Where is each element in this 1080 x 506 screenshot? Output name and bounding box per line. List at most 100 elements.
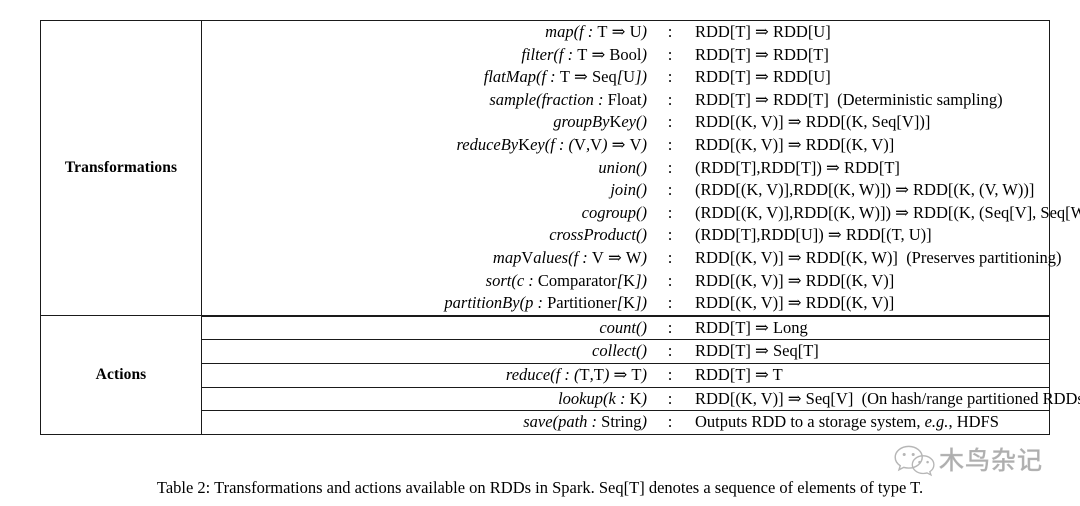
operation-type-text: (RDD[T],RDD[T]) ⇒ RDD[T] <box>695 157 900 177</box>
operation-row: partitionBy(p : Partitioner[K]): RDD[(K, … <box>202 292 1049 315</box>
operation-type-text: RDD[T] ⇒ RDD[U] <box>695 67 831 87</box>
operation-type-text: RDD[T] ⇒ Seq[T] <box>695 341 819 361</box>
section-operations-cell: map(f : T ⇒ U): RDD[T] ⇒ RDD[U] filter(f :… <box>202 21 1080 315</box>
operation-signature: sample(fraction : Float) <box>489 89 647 109</box>
operation-type-text: (RDD[(K, V)],RDD[(K, W)]) ⇒ RDD[(K, (V, … <box>695 180 1035 200</box>
watermark-text: 木鸟杂记 <box>939 446 1044 476</box>
operation-type-text: RDD[(K, V)] ⇒ RDD[(K, V)] <box>695 134 895 154</box>
operation-type-text: RDD[T] ⇒ RDD[U] <box>695 22 831 41</box>
operation-signature: mapValues(f : V ⇒ W) <box>492 247 647 267</box>
operation-type: RDD[(K, V)] ⇒ RDD[(K, V)] <box>693 134 1049 157</box>
operation-colon: : <box>667 134 673 154</box>
operation-row: sort(c : Comparator[K]): RDD[(K, V)] ⇒ RD… <box>202 270 1049 293</box>
operation-row: flatMap(f : T ⇒ Seq[U]): RDD[T] ⇒ RDD[U] <box>202 66 1049 89</box>
operation-type: RDD[T] ⇒ Long <box>693 315 1049 340</box>
operation-type: RDD[T] ⇒ RDD[T] (Deterministic sampling) <box>693 89 1049 112</box>
operation-row: mapValues(f : V ⇒ W): RDD[(K, V)] ⇒ RDD[(… <box>202 247 1062 270</box>
operation-colon: : <box>647 339 693 364</box>
operation-signature: union() <box>598 157 647 177</box>
operation-row: groupByKey(): RDD[(K, V)] ⇒ RDD[(K, Seq[V… <box>202 111 1049 134</box>
operation-signature: partitionBy(p : Partitioner[K]) <box>444 293 647 313</box>
operation-list: count(): RDD[T] ⇒ Long collect(): RDD[T] ⇒ … <box>202 315 1080 434</box>
operation-type-text: RDD[T] ⇒ Long <box>695 317 808 337</box>
operation-list: map(f : T ⇒ U): RDD[T] ⇒ RDD[U] filter(f :… <box>202 21 1080 315</box>
rdd-api-table-grid: Transformations map(f : T ⇒ U): RDD[T] ⇒ R… <box>41 21 1080 434</box>
operation-row: union(): (RDD[T],RDD[T]) ⇒ RDD[T] <box>202 157 1049 180</box>
operation-colon: : <box>667 225 673 245</box>
rdd-api-table-body: Transformations map(f : T ⇒ U): RDD[T] ⇒ R… <box>41 21 1080 434</box>
operation-row: cogroup(): (RDD[(K, V)],RDD[(K, W)]) ⇒ RD… <box>202 202 1080 225</box>
operation-note: (On hash/range partitioned RDDs) <box>861 388 1080 408</box>
operation-type: (RDD[T],RDD[U]) ⇒ RDD[(T, U)] <box>693 224 1049 247</box>
operation-colon: : <box>667 22 673 41</box>
section-label-0: Transformations <box>41 21 202 316</box>
operation-signature: flatMap(f : T ⇒ Seq[U]) <box>483 67 647 87</box>
operation-type: RDD[T] ⇒ T <box>693 362 1049 387</box>
operation-type: (RDD[(K, V)],RDD[(K, W)]) ⇒ RDD[(K, (Seq… <box>693 202 1080 225</box>
operation-row: sample(fraction : Float): RDD[T] ⇒ RDD[T]… <box>202 89 1049 112</box>
operation-colon: : <box>667 112 673 132</box>
operation-row: count(): RDD[T] ⇒ Long <box>202 315 1049 340</box>
operation-type: (RDD[T],RDD[T]) ⇒ RDD[T] <box>693 157 1049 180</box>
table-section-row: Actions count(): RDD[T] ⇒ Long collect(): RD… <box>41 314 1080 434</box>
watermark: 木鸟杂记 <box>893 437 1073 481</box>
operation-signature: sort(c : Comparator[K]) <box>485 270 647 290</box>
section-operations-cell: count(): RDD[T] ⇒ Long collect(): RDD[T] ⇒ … <box>201 314 1080 434</box>
operation-type: RDD[T] ⇒ Seq[T] <box>693 339 1049 364</box>
operation-signature: groupByKey() <box>553 112 647 132</box>
operation-type: Outputs RDD to a storage system, e.g., H… <box>693 410 1049 434</box>
operation-signature: cogroup() <box>581 202 647 222</box>
operation-row: collect(): RDD[T] ⇒ Seq[T] <box>202 339 1049 364</box>
operation-type-text: RDD[(K, V)] ⇒ RDD[(K, V)] <box>695 293 895 313</box>
operation-type: RDD[(K, V)] ⇒ RDD[(K, V)] <box>693 270 1049 293</box>
operation-row: map(f : T ⇒ U): RDD[T] ⇒ RDD[U] <box>202 21 1049 44</box>
operation-note: (Deterministic sampling) <box>837 89 1003 109</box>
operation-colon: : <box>647 410 693 434</box>
operation-signature: filter(f : T ⇒ Bool) <box>521 44 647 64</box>
wechat-icon <box>893 441 937 477</box>
operation-colon: : <box>647 315 693 340</box>
operation-type: RDD[(K, V)] ⇒ RDD[(K, W)] (Preserves par… <box>693 247 1062 270</box>
operation-signature: reduce(f : (T,T) ⇒ T) <box>202 362 647 387</box>
operation-type: RDD[(K, V)] ⇒ RDD[(K, V)] <box>693 292 1049 315</box>
operation-row: crossProduct(): (RDD[T],RDD[U]) ⇒ RDD[(T,… <box>202 224 1049 247</box>
operation-type-text: (RDD[(K, V)],RDD[(K, W)]) ⇒ RDD[(K, (Seq… <box>695 202 1080 222</box>
operation-type-text: Outputs RDD to a storage system, e.g., H… <box>695 412 999 432</box>
operation-colon: : <box>647 386 693 411</box>
operation-signature: join() <box>610 180 647 200</box>
operation-type-text: RDD[(K, V)] ⇒ RDD[(K, Seq[V])] <box>695 112 931 132</box>
operation-type: RDD[T] ⇒ RDD[U] <box>693 21 1049 44</box>
operation-signature: reduceByKey(f : (V,V) ⇒ V) <box>456 134 647 154</box>
table-caption: Table 2: Transformations and actions ava… <box>156 478 924 497</box>
section-label-1: Actions <box>41 314 202 434</box>
operation-colon: : <box>667 293 673 313</box>
operation-colon: : <box>647 362 693 387</box>
operation-row: lookup(k : K): RDD[(K, V)] ⇒ Seq[V] (On h… <box>202 386 1080 411</box>
operation-type-text: RDD[(K, V)] ⇒ RDD[(K, W)] <box>695 247 898 267</box>
operation-type: RDD[(K, V)] ⇒ RDD[(K, Seq[V])] <box>693 111 1049 134</box>
operation-row: join(): (RDD[(K, V)],RDD[(K, W)]) ⇒ RDD[(… <box>202 179 1049 202</box>
figure-page: Transformations map(f : T ⇒ U): RDD[T] ⇒ R… <box>0 0 1080 506</box>
operation-type-text: RDD[(K, V)] ⇒ Seq[V] <box>695 388 854 408</box>
operation-type: (RDD[(K, V)],RDD[(K, W)]) ⇒ RDD[(K, (V, … <box>693 179 1049 202</box>
operation-note: (Preserves partitioning) <box>906 247 1062 267</box>
operation-colon: : <box>667 247 673 267</box>
operation-colon: : <box>667 180 673 200</box>
operation-signature: collect() <box>202 339 647 364</box>
operation-row: reduceByKey(f : (V,V) ⇒ V): RDD[(K, V)] ⇒… <box>202 134 1049 157</box>
operation-colon: : <box>667 270 673 290</box>
operation-row: save(path : String): Outputs RDD to a sto… <box>202 410 1049 434</box>
operation-type-text: RDD[T] ⇒ RDD[T] <box>695 44 829 64</box>
operation-colon: : <box>667 89 673 109</box>
operation-signature: crossProduct() <box>549 225 647 245</box>
operation-type-text: RDD[(K, V)] ⇒ RDD[(K, V)] <box>695 270 895 290</box>
operation-colon: : <box>667 44 673 64</box>
operation-type-text: (RDD[T],RDD[U]) ⇒ RDD[(T, U)] <box>695 225 932 245</box>
operation-type-text: RDD[T] ⇒ T <box>695 364 783 384</box>
operation-colon: : <box>667 67 673 87</box>
rdd-api-table: Transformations map(f : T ⇒ U): RDD[T] ⇒ R… <box>40 20 1080 435</box>
operation-signature: lookup(k : K) <box>202 386 647 411</box>
operation-type: RDD[T] ⇒ RDD[T] <box>693 44 1049 67</box>
table-section-row: Transformations map(f : T ⇒ U): RDD[T] ⇒ R… <box>41 21 1080 316</box>
operation-signature: count() <box>202 315 647 340</box>
